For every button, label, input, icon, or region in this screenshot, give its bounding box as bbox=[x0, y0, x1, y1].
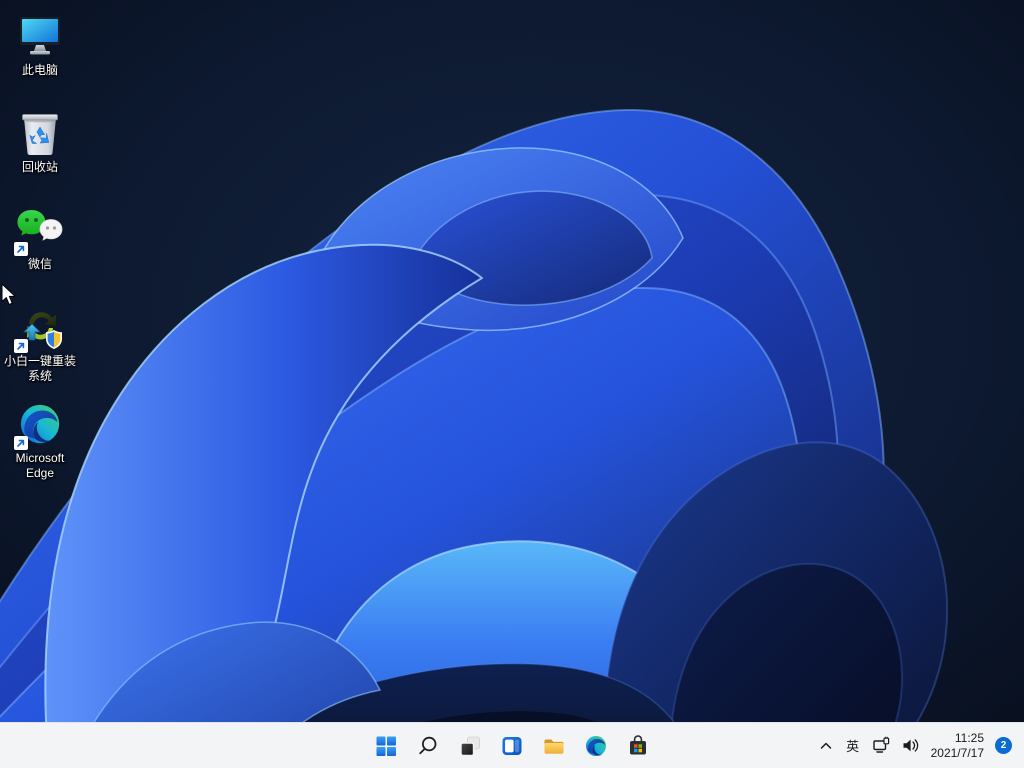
widgets-button[interactable] bbox=[492, 726, 532, 766]
file-explorer-button[interactable] bbox=[534, 726, 574, 766]
edge-taskbar-button[interactable] bbox=[576, 726, 616, 766]
mouse-cursor bbox=[1, 283, 16, 305]
search-button[interactable] bbox=[408, 726, 448, 766]
notification-badge[interactable]: 2 bbox=[995, 737, 1012, 754]
task-view-button[interactable] bbox=[450, 726, 490, 766]
search-icon bbox=[419, 736, 437, 754]
xiaobai-reinstall-icon bbox=[14, 303, 64, 353]
clock[interactable]: 11:25 2021/7/17 bbox=[925, 726, 990, 766]
network-button[interactable] bbox=[867, 726, 896, 766]
volume-button[interactable] bbox=[896, 726, 925, 766]
shortcut-arrow-icon bbox=[14, 436, 28, 450]
desktop-icon-label: 微信 bbox=[27, 257, 52, 271]
tray-chevron-button[interactable] bbox=[813, 726, 839, 766]
task-view-icon bbox=[460, 736, 480, 756]
ime-indicator[interactable]: 英 bbox=[839, 726, 867, 766]
desktop-icon-recycle-bin[interactable]: 回收站 bbox=[2, 109, 78, 175]
windows-start-icon bbox=[376, 736, 396, 756]
file-explorer-icon bbox=[544, 739, 564, 754]
ime-label: 英 bbox=[846, 739, 860, 754]
notification-count: 2 bbox=[1000, 740, 1007, 751]
start-button[interactable] bbox=[366, 726, 406, 766]
clock-time: 11:25 bbox=[954, 730, 984, 745]
desktop-icon-microsoft-edge[interactable]: Microsoft Edge bbox=[2, 400, 78, 481]
edge-icon bbox=[14, 400, 64, 450]
speaker-volume-icon bbox=[903, 739, 918, 752]
wechat-icon bbox=[14, 206, 64, 256]
shortcut-arrow-icon bbox=[14, 339, 28, 353]
taskbar: 英 11:25 2021/7/17 2 bbox=[0, 722, 1024, 768]
desktop-icon-wechat[interactable]: 微信 bbox=[2, 206, 78, 272]
this-pc-icon bbox=[16, 12, 64, 60]
microsoft-store-icon bbox=[630, 734, 646, 754]
wallpaper-bloom bbox=[0, 0, 1024, 768]
desktop-icon-label: Microsoft Edge bbox=[15, 451, 65, 480]
desktop-icon-xiaobai-reinstall[interactable]: 小白一键重装 系统 bbox=[2, 303, 78, 384]
taskbar-center-group bbox=[366, 723, 658, 768]
widgets-icon bbox=[502, 736, 522, 755]
desktop[interactable]: 此电脑 回收站 微信 小白一键重装 系统 Microsoft Edge bbox=[0, 0, 1024, 768]
desktop-icon-label: 回收站 bbox=[21, 160, 58, 174]
edge-icon bbox=[586, 735, 606, 756]
desktop-icon-this-pc[interactable]: 此电脑 bbox=[2, 12, 78, 78]
microsoft-store-button[interactable] bbox=[618, 726, 658, 766]
ethernet-network-icon bbox=[872, 736, 889, 753]
recycle-bin-icon bbox=[16, 109, 64, 157]
desktop-icon-label: 此电脑 bbox=[21, 63, 58, 77]
chevron-up-icon bbox=[820, 742, 831, 749]
desktop-icon-label: 小白一键重装 系统 bbox=[3, 354, 76, 383]
clock-date: 2021/7/17 bbox=[930, 745, 984, 760]
taskbar-tray: 英 11:25 2021/7/17 2 bbox=[813, 723, 1024, 768]
shortcut-arrow-icon bbox=[14, 242, 28, 256]
